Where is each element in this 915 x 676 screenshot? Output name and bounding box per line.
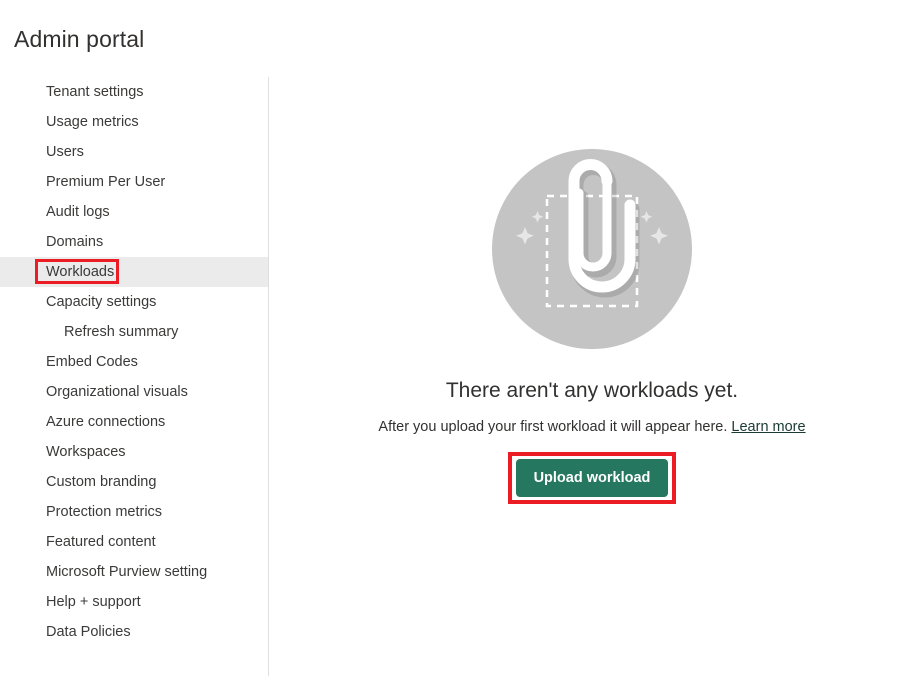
- sidebar-item-capacity-settings[interactable]: Capacity settings: [0, 287, 269, 317]
- sidebar-item-label: Featured content: [46, 534, 156, 550]
- empty-state-title: There aren't any workloads yet.: [445, 379, 739, 402]
- sidebar-item-label: Domains: [46, 234, 104, 250]
- sidebar-item-label: Workspaces: [46, 444, 126, 460]
- sidebar-item-label: Tenant settings: [46, 84, 144, 100]
- sidebar-item-label: Users: [46, 144, 84, 160]
- sidebar-item-azure-connections[interactable]: Azure connections: [0, 407, 269, 437]
- sidebar-item-label: Azure connections: [46, 414, 166, 430]
- sidebar-item-label: Premium Per User: [46, 174, 166, 190]
- sidebar-item-label: Capacity settings: [46, 294, 157, 310]
- sidebar-item-label: Audit logs: [46, 204, 110, 220]
- sidebar-item-label: Refresh summary: [64, 324, 179, 340]
- sidebar-item-help-support[interactable]: Help + support: [0, 587, 269, 617]
- empty-state-illustration: [492, 149, 692, 349]
- sparkle-icon: [640, 211, 653, 223]
- sidebar-item-premium-per-user[interactable]: Premium Per User: [0, 167, 269, 197]
- sidebar-nav: Tenant settings Usage metrics Users Premium…: [0, 77, 269, 676]
- empty-state-subtitle-text: After you upload your first workload it …: [378, 419, 732, 435]
- sparkle-icon: [531, 211, 544, 223]
- sidebar-item-workspaces[interactable]: Workspaces: [0, 437, 269, 467]
- upload-button-container: Upload workload: [507, 452, 677, 504]
- sidebar-item-custom-branding[interactable]: Custom branding: [0, 467, 269, 497]
- sidebar-item-label: Workloads: [46, 264, 115, 280]
- sidebar-item-list: Tenant settings Usage metrics Users Premium…: [0, 77, 269, 647]
- sidebar-item-label: Usage metrics: [46, 114, 139, 130]
- sidebar-item-users[interactable]: Users: [0, 137, 269, 167]
- sidebar-item-workloads[interactable]: Workloads: [0, 257, 269, 287]
- learn-more-link[interactable]: Learn more: [731, 419, 805, 435]
- sidebar-item-label: Custom branding: [46, 474, 157, 490]
- sparkle-icon: [516, 227, 534, 245]
- sidebar-item-usage-metrics[interactable]: Usage metrics: [0, 107, 269, 137]
- sidebar-item-label: Embed Codes: [46, 354, 138, 370]
- sidebar-item-label: Help + support: [46, 594, 141, 610]
- upload-workload-button[interactable]: Upload workload: [515, 459, 669, 497]
- empty-state-subtitle: After you upload your first workload it …: [269, 417, 915, 437]
- sidebar-item-label: Microsoft Purview setting: [46, 564, 208, 580]
- sidebar-item-microsoft-purview-setting[interactable]: Microsoft Purview setting: [0, 557, 269, 587]
- sidebar-item-label: Organizational visuals: [46, 384, 188, 400]
- sidebar-item-label: Protection metrics: [46, 504, 163, 520]
- sidebar-item-featured-content[interactable]: Featured content: [0, 527, 269, 557]
- sidebar-item-organizational-visuals[interactable]: Organizational visuals: [0, 377, 269, 407]
- sidebar-item-domains[interactable]: Domains: [0, 227, 269, 257]
- sidebar-item-label: Data Policies: [46, 624, 131, 640]
- main-content: There aren't any workloads yet. After yo…: [269, 77, 915, 676]
- page-title: Admin portal: [14, 26, 145, 52]
- sparkle-icon: [650, 227, 668, 245]
- sidebar-item-audit-logs[interactable]: Audit logs: [0, 197, 269, 227]
- paperclip-attachment-icon: [516, 159, 668, 308]
- sidebar-item-tenant-settings[interactable]: Tenant settings: [0, 77, 269, 107]
- sidebar-item-embed-codes[interactable]: Embed Codes: [0, 347, 269, 377]
- empty-state-panel: There aren't any workloads yet. After yo…: [269, 77, 915, 504]
- sidebar-item-protection-metrics[interactable]: Protection metrics: [0, 497, 269, 527]
- sidebar-item-data-policies[interactable]: Data Policies: [0, 617, 269, 647]
- sidebar-item-refresh-summary[interactable]: Refresh summary: [0, 317, 269, 347]
